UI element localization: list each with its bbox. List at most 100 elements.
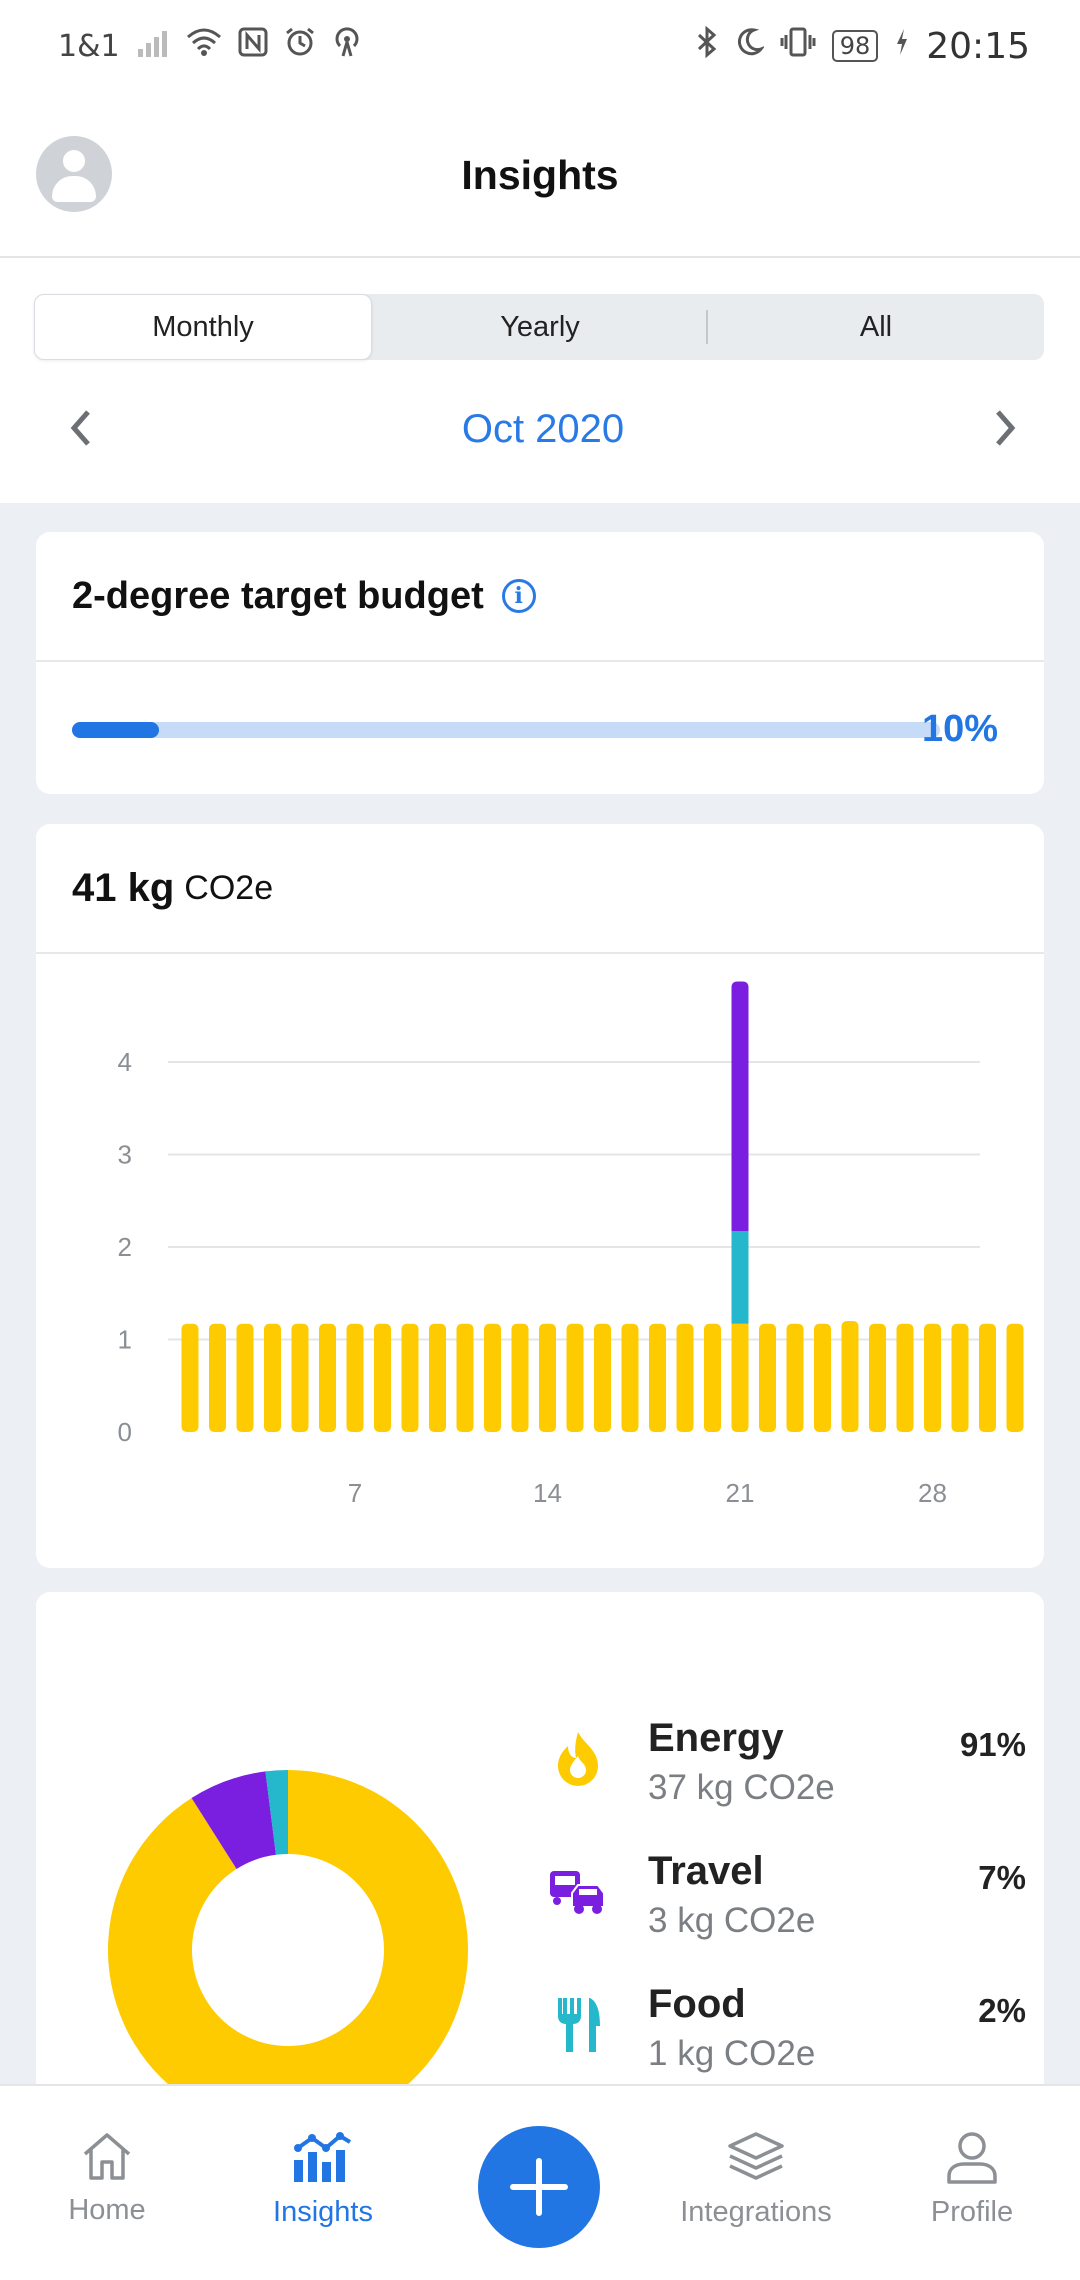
bluetooth-icon	[696, 25, 718, 66]
x-tick-label: 7	[348, 1478, 362, 1508]
category-legend: Energy 37 kg CO2e 91% Travel 3 kg CO2e 7…	[526, 1702, 1026, 2101]
bar-energy-day-27[interactable]	[896, 1323, 914, 1432]
bar-energy-day-18[interactable]	[649, 1323, 666, 1432]
vehicles-icon	[550, 1871, 605, 1914]
add-entry-button[interactable]	[478, 2126, 600, 2248]
bar-energy-day-1[interactable]	[181, 1323, 199, 1432]
vibrate-icon	[780, 27, 816, 65]
bar-energy-day-15[interactable]	[566, 1323, 584, 1432]
bar-energy-day-10[interactable]	[429, 1323, 446, 1432]
bar-energy-day-28[interactable]	[924, 1323, 941, 1432]
insights-icon	[294, 2132, 352, 2182]
y-tick-label: 4	[118, 1047, 132, 1077]
x-tick-label: 21	[726, 1478, 755, 1508]
nav-insights[interactable]: Insights	[223, 2130, 423, 2229]
legend-row-energy[interactable]: Energy 37 kg CO2e 91%	[526, 1702, 1026, 1835]
y-tick-label: 3	[118, 1140, 132, 1170]
legend-percent: 2%	[978, 1992, 1026, 2029]
tab-monthly[interactable]: Monthly	[34, 294, 372, 360]
status-bar: 1&1 98 20:15	[0, 0, 1080, 92]
chevron-right-icon[interactable]	[990, 398, 1020, 461]
bar-energy-day-11[interactable]	[456, 1323, 474, 1432]
segment-divider	[706, 310, 708, 344]
bar-energy-day-31[interactable]	[1006, 1323, 1024, 1432]
layers-icon	[728, 2132, 784, 2180]
bar-energy-day-23[interactable]	[786, 1323, 804, 1432]
bar-energy-day-16[interactable]	[594, 1323, 611, 1432]
bar-energy-day-6[interactable]	[319, 1323, 336, 1432]
page-title: Insights	[461, 152, 619, 198]
charging-icon	[894, 27, 910, 65]
nav-label: Home	[68, 2194, 146, 2226]
bottom-navigation: Home Insights Integrations Profile	[0, 2084, 1080, 2280]
chevron-left-icon[interactable]	[66, 398, 96, 461]
moon-icon	[734, 27, 766, 65]
bar-energy-day-4[interactable]	[264, 1323, 281, 1432]
tab-yearly[interactable]: Yearly	[372, 294, 708, 360]
legend-percent: 91%	[959, 1726, 1026, 1763]
hotspot-icon	[332, 26, 362, 66]
legend-row-food[interactable]: Food 1 kg CO2e 2%	[526, 1968, 1026, 2101]
bar-energy-day-13[interactable]	[511, 1323, 529, 1432]
legend-name: Travel	[648, 1849, 764, 1893]
budget-progress-track	[72, 722, 940, 738]
wifi-icon	[186, 27, 222, 65]
bar-energy-day-29[interactable]	[951, 1323, 969, 1432]
cutlery-icon	[558, 1998, 600, 2052]
bar-energy-day-9[interactable]	[401, 1323, 419, 1432]
alarm-icon	[284, 26, 316, 66]
bar-travel-day-21[interactable]	[731, 981, 749, 1232]
daily-emissions-bar-chart: 0 1 2 3 4 7 14 21 28	[118, 981, 1024, 1508]
home-icon	[83, 2133, 131, 2180]
legend-row-travel[interactable]: Travel 3 kg CO2e 7%	[526, 1835, 1026, 1968]
bar-energy-day-20[interactable]	[704, 1323, 721, 1432]
y-tick-label: 0	[118, 1417, 132, 1447]
legend-amount: 37 kg CO2e	[648, 1768, 835, 1807]
nav-profile[interactable]: Profile	[872, 2130, 1072, 2229]
nfc-icon	[238, 27, 268, 65]
status-time: 20:15	[926, 25, 1030, 67]
budget-card-header: 2-degree target budget i	[36, 532, 1044, 662]
bar-energy-day-17[interactable]	[621, 1323, 639, 1432]
info-icon[interactable]: i	[501, 579, 536, 613]
bar-energy-day-26[interactable]	[869, 1323, 886, 1432]
bar-energy-day-22[interactable]	[759, 1323, 776, 1432]
emissions-total-unit: CO2e	[184, 868, 274, 907]
bar-energy-day-12[interactable]	[484, 1323, 501, 1432]
battery-indicator: 98	[831, 30, 879, 62]
bar-energy-day-2[interactable]	[209, 1323, 226, 1432]
bar-energy-day-24[interactable]	[814, 1323, 831, 1432]
app-bar: Insights	[0, 92, 1080, 258]
bar-energy-day-30[interactable]	[979, 1323, 996, 1432]
emissions-card-header: 41 kg CO2e	[36, 824, 1044, 954]
legend-percent: 7%	[978, 1859, 1026, 1896]
nav-home[interactable]: Home	[7, 2130, 207, 2227]
legend-amount: 3 kg CO2e	[648, 1901, 816, 1940]
emissions-total-value: 41 kg	[72, 865, 175, 910]
nav-label: Profile	[930, 2196, 1014, 2228]
y-tick-label: 1	[118, 1325, 132, 1355]
signal-icon	[136, 27, 170, 65]
bar-energy-day-21[interactable]	[731, 1323, 749, 1432]
bar-energy-day-25[interactable]	[841, 1321, 859, 1432]
budget-percent: 10%	[921, 708, 998, 750]
bar-energy-day-19[interactable]	[676, 1323, 694, 1432]
carrier-label: 1&1	[58, 28, 120, 64]
flame-icon	[558, 1732, 598, 1786]
bar-energy-day-7[interactable]	[346, 1323, 364, 1432]
bar-food-day-21[interactable]	[731, 1231, 749, 1324]
bar-energy-day-3[interactable]	[236, 1323, 254, 1432]
bar-energy-day-14[interactable]	[539, 1323, 556, 1432]
budget-card: 2-degree target budget i 10%	[36, 532, 1044, 794]
y-tick-label: 2	[118, 1232, 132, 1262]
plus-icon	[510, 2158, 568, 2216]
x-tick-label: 28	[918, 1478, 947, 1508]
bar-energy-day-8[interactable]	[374, 1323, 391, 1432]
month-navigator: Oct 2020	[0, 396, 1080, 462]
emissions-chart-card: 41 kg CO2e 0 1 2 3 4 7 14 21 28	[36, 824, 1044, 1568]
nav-integrations[interactable]: Integrations	[656, 2130, 856, 2229]
tab-all[interactable]: All	[708, 294, 1044, 360]
category-donut-chart	[108, 1770, 468, 2112]
category-breakdown-card: Energy 37 kg CO2e 91% Travel 3 kg CO2e 7…	[36, 1592, 1044, 2112]
bar-energy-day-5[interactable]	[291, 1323, 309, 1432]
